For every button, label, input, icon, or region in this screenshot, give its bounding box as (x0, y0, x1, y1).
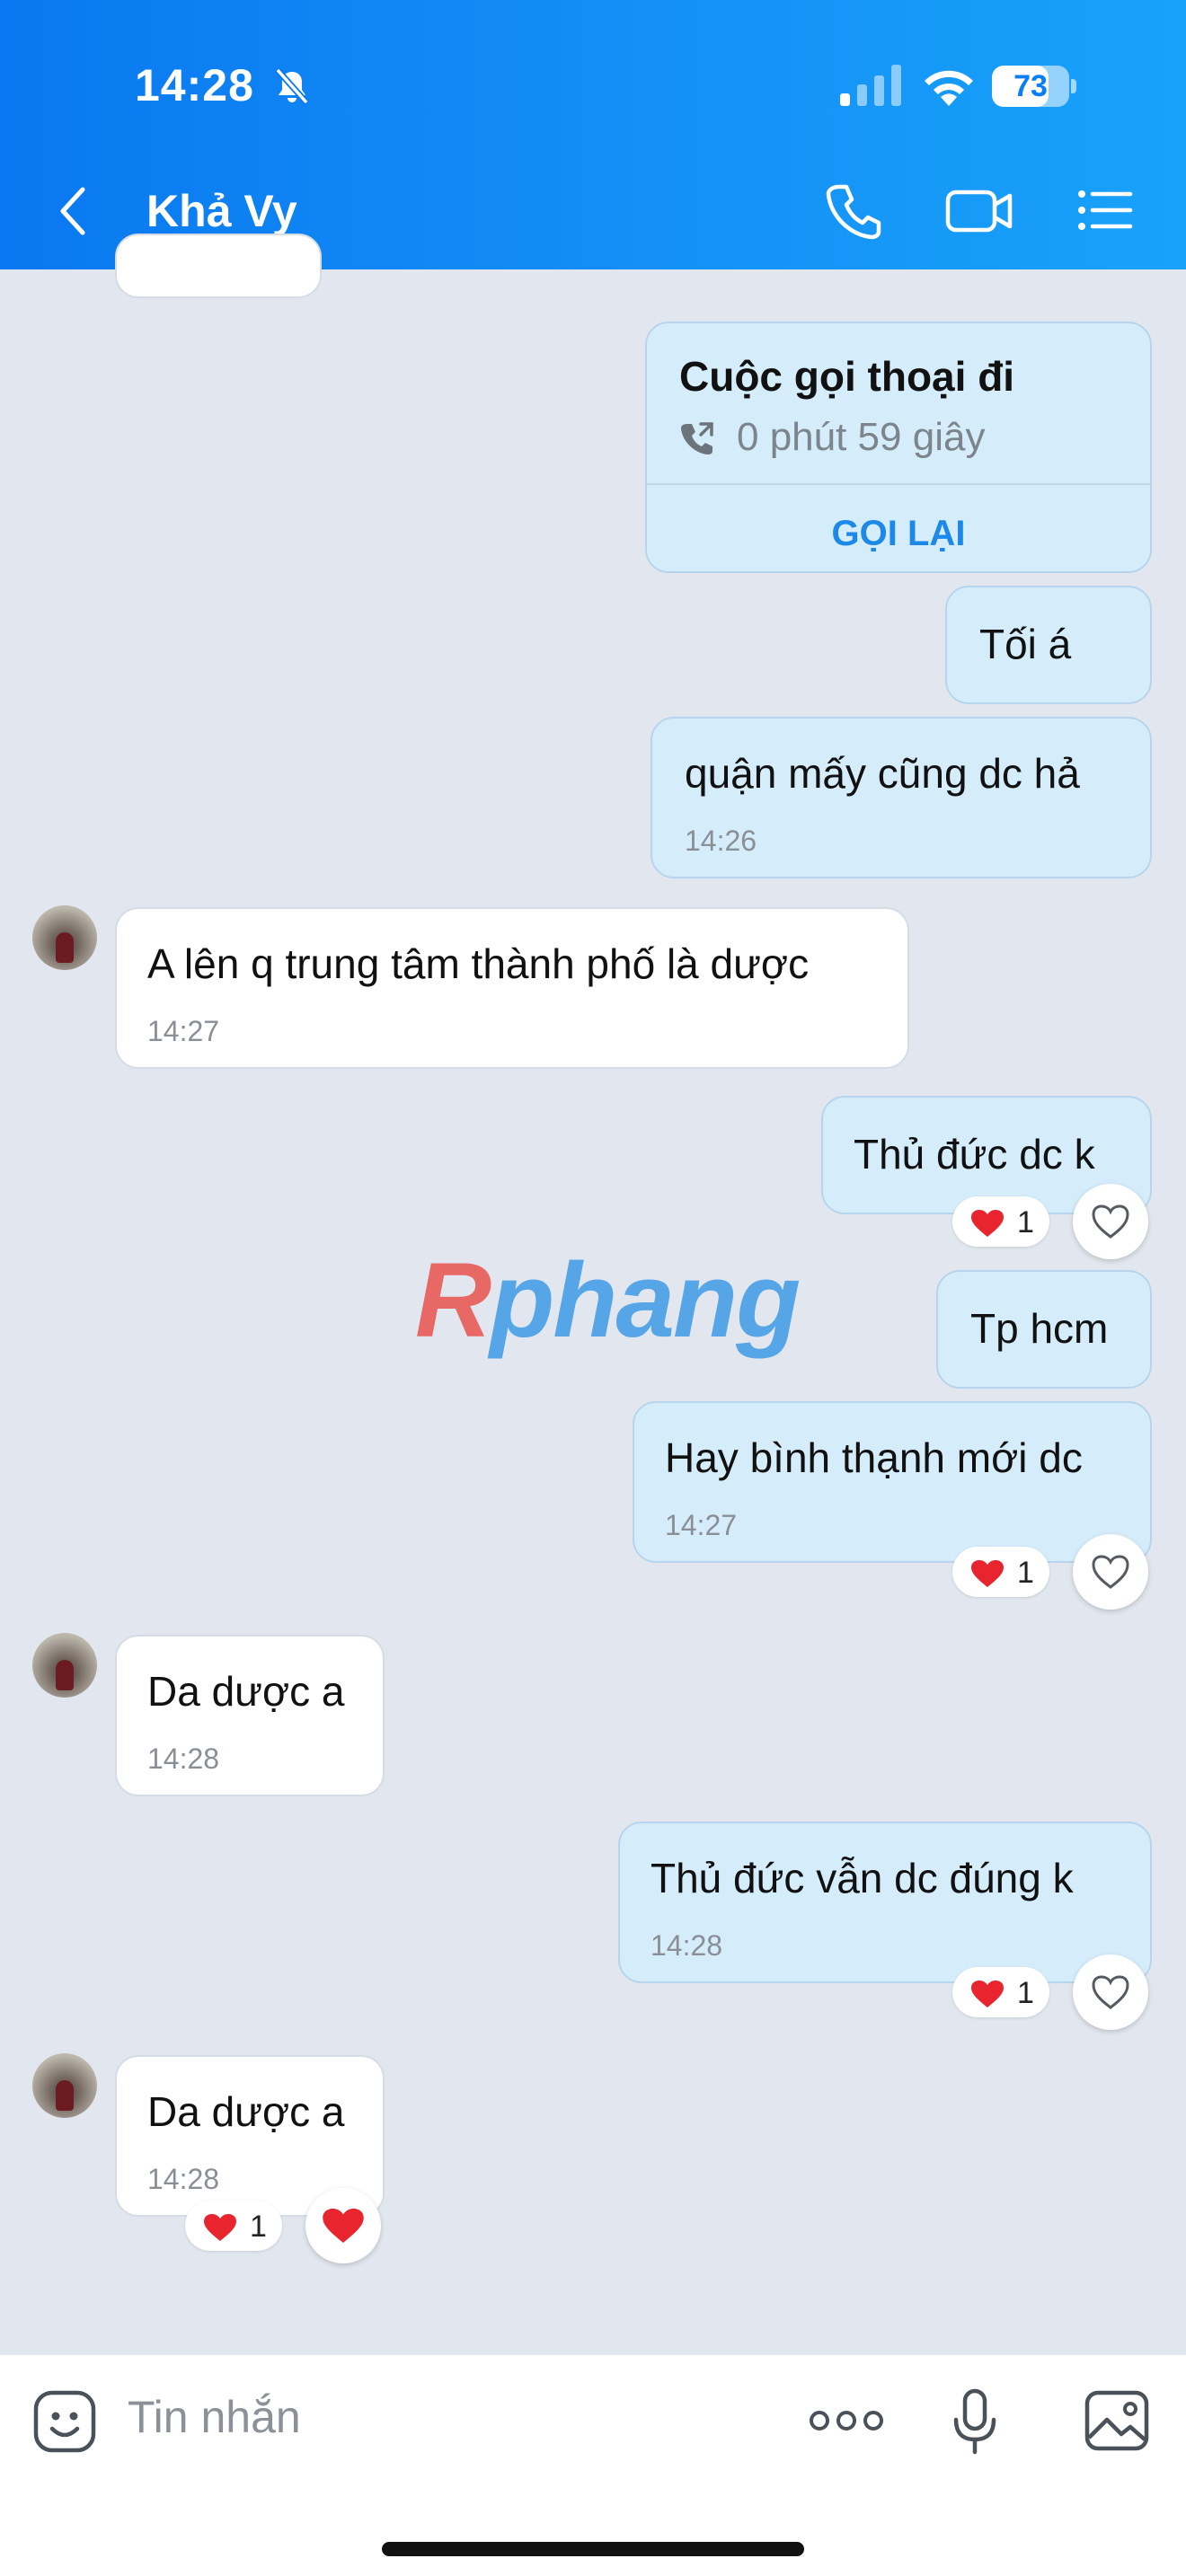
react-button[interactable] (1073, 1534, 1148, 1610)
message-time: 14:27 (147, 1015, 220, 1047)
react-button[interactable] (1073, 1954, 1148, 2030)
call-card[interactable]: Cuộc gọi thoại đi 0 phút 59 giây GỌI LẠI (645, 322, 1152, 573)
heart-icon (971, 1210, 1004, 1237)
wifi-icon (925, 70, 973, 106)
avatar[interactable] (32, 1633, 97, 1698)
reaction-summary[interactable]: 1 (952, 1967, 1049, 2017)
battery-tip (1071, 79, 1076, 93)
status-time: 14:28 (135, 60, 254, 110)
more-options-icon[interactable] (809, 2405, 884, 2436)
message-text: Tp hcm (970, 1305, 1109, 1352)
message-bubble-sent[interactable]: Thủ đức vẫn dc đúng k 14:28 (618, 1822, 1152, 1983)
message-bubble-sent[interactable]: Tp hcm (936, 1270, 1152, 1389)
battery-body: 73 (992, 66, 1069, 107)
cellular-signal-icon (840, 65, 901, 106)
home-indicator (382, 2542, 804, 2556)
message-bubble-sent[interactable]: quận mấy cũng dc hả 14:26 (651, 717, 1152, 878)
reaction-summary[interactable]: 1 (185, 2201, 282, 2251)
call-title: Cuộc gọi thoại đi (679, 353, 1015, 400)
message-text: Da dược a (147, 2088, 345, 2135)
heart-icon (971, 1981, 1004, 2007)
menu-list-icon[interactable] (1076, 180, 1134, 241)
message-input[interactable]: Tin nhắn (128, 2391, 301, 2443)
reaction-count: 1 (250, 2210, 267, 2244)
back-icon[interactable] (56, 184, 92, 238)
call-again-button[interactable]: GỌI LẠI (647, 514, 1150, 554)
react-button[interactable] (305, 2188, 381, 2263)
message-bubble-sent[interactable]: Tối á (945, 586, 1152, 704)
video-call-icon[interactable] (945, 180, 1013, 241)
phone-outgoing-icon (681, 422, 713, 454)
message-text: Hay bình thạnh mới dc (665, 1434, 1083, 1481)
heart-outline-icon (1092, 1555, 1129, 1589)
watermark-text: R (415, 1241, 491, 1360)
message-text: Thủ đức dc k (854, 1131, 1095, 1178)
sticker-icon[interactable] (32, 2389, 97, 2454)
message-time: 14:28 (651, 1929, 723, 1962)
battery-icon: 73 (992, 66, 1076, 107)
message-text: Thủ đức vẫn dc đúng k (651, 1855, 1074, 1901)
message-input-bar: Tin nhắn (0, 2355, 1186, 2576)
battery-level: 73 (1013, 69, 1048, 103)
watermark: Rphang (415, 1239, 801, 1362)
reaction-summary[interactable]: 1 (952, 1196, 1049, 1247)
message-bubble-sent[interactable]: Hay bình thạnh mới dc 14:27 (633, 1401, 1152, 1563)
message-text: Da dược a (147, 1668, 345, 1715)
message-text: A lên q trung tâm thành phố là dược (147, 940, 810, 987)
message-time: 14:28 (147, 1742, 220, 1775)
heart-outline-icon (1092, 1204, 1129, 1239)
heart-icon (204, 2214, 236, 2241)
voice-call-icon[interactable] (825, 180, 882, 241)
react-button[interactable] (1073, 1184, 1148, 1259)
message-time: 14:26 (685, 825, 757, 857)
reaction-count: 1 (1017, 1205, 1034, 1239)
heart-outline-icon (1092, 1975, 1129, 2009)
reaction-count: 1 (1017, 1976, 1034, 2010)
heart-icon (323, 2209, 364, 2243)
contact-name[interactable]: Khả Vy (146, 185, 297, 237)
call-card-divider (647, 483, 1150, 485)
message-bubble-partial[interactable] (115, 234, 322, 298)
message-bubble-received[interactable]: A lên q trung tâm thành phố là dược 14:2… (115, 907, 909, 1069)
microphone-icon[interactable] (952, 2387, 997, 2456)
message-text: Tối á (979, 621, 1072, 667)
message-text: quận mấy cũng dc hả (685, 750, 1080, 797)
watermark-text-rest: phang (490, 1241, 801, 1360)
reaction-count: 1 (1017, 1556, 1034, 1590)
message-bubble-received[interactable]: Da dược a 14:28 (115, 1635, 385, 1796)
call-duration: 0 phút 59 giây (737, 415, 986, 459)
message-list[interactable]: Cuộc gọi thoại đi 0 phút 59 giây GỌI LẠI… (0, 234, 1186, 2355)
message-time: 14:27 (665, 1509, 738, 1541)
heart-icon (971, 1560, 1004, 1587)
bell-off-icon (275, 67, 309, 105)
chat-header: 14:28 73 Khả Vy (0, 0, 1186, 269)
image-gallery-icon[interactable] (1084, 2389, 1150, 2452)
reaction-summary[interactable]: 1 (952, 1547, 1049, 1597)
avatar[interactable] (32, 2053, 97, 2118)
message-time: 14:28 (147, 2163, 220, 2195)
avatar[interactable] (32, 905, 97, 970)
